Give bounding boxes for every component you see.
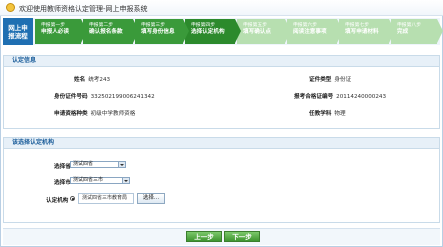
steps-bar: 网上申 报流程 申报第一步 申报人必读 申报第二步 确认报名条款 申报第三步 填…: [3, 18, 443, 45]
subject-value: 物理: [334, 111, 346, 117]
step-7-bottom: 填写申请材料: [345, 29, 379, 35]
step-3-top: 申报第三步: [141, 23, 165, 28]
auth-info-title: 认定信息: [4, 56, 439, 67]
id-number-value: 332502199006241342: [90, 94, 155, 100]
choose-org-button[interactable]: 选择...: [137, 193, 165, 204]
exam-number-label: 报考合格证编号: [294, 94, 334, 100]
city-label-row: 选择市: [54, 178, 71, 186]
name-value: 统考243: [88, 77, 111, 83]
system-logo-icon: [6, 3, 15, 12]
step-6: 申报第六步 阅读注意事项: [287, 19, 343, 44]
subject-row: 任教学科 物理: [309, 109, 346, 117]
step-2-top: 申报第二步: [89, 23, 113, 28]
cert-type-value: 初级中学教师资格: [90, 111, 136, 117]
id-type-row: 证件类型 身份证: [309, 75, 351, 83]
page-title: 欢迎使用教师资格认定管理-网上申报系统: [19, 5, 148, 13]
name-row: 姓名 统考243: [74, 75, 110, 83]
province-dropdown-icon[interactable]: [118, 162, 125, 167]
province-label: 选择省: [54, 164, 71, 170]
step-3: 申报第三步 填写身份信息: [135, 19, 189, 44]
step-2-bottom: 确认报名条款: [89, 29, 123, 35]
step-6-top: 申报第六步: [293, 23, 317, 28]
subject-label: 任教学科: [309, 111, 332, 117]
next-step-button[interactable]: 下一步: [224, 231, 260, 242]
bottom-bar: 上一步 下一步: [3, 228, 440, 245]
name-label: 姓名: [74, 77, 86, 83]
process-label: 网上申 报流程: [3, 18, 33, 45]
step-1-top: 申报第一步: [41, 23, 65, 28]
province-select[interactable]: 测试四省: [70, 161, 126, 168]
step-3-bottom: 填写身份信息: [141, 29, 175, 35]
process-label-line2: 报流程: [8, 31, 28, 40]
province-label-row: 选择省: [54, 162, 71, 170]
title-bar: 欢迎使用教师资格认定管理-网上申报系统: [0, 0, 443, 16]
cert-type-label: 申请资格种类: [54, 111, 88, 117]
id-number-label: 身份证件号码: [54, 94, 88, 100]
select-org-section: 该选择认定机构 选择省 测试四省 选择市 测试四省三市 认定机构 测试四省三市教…: [3, 137, 440, 223]
step-6-bottom: 阅读注意事项: [293, 29, 327, 35]
org-radio[interactable]: [70, 196, 75, 201]
step-7: 申报第七步 填写申请材料: [339, 19, 395, 44]
step-4-bottom: 选择认定机构: [191, 29, 225, 35]
id-type-label: 证件类型: [309, 77, 332, 83]
exam-number-value: 20114240000243: [336, 94, 386, 100]
prev-step-button[interactable]: 上一步: [186, 231, 222, 242]
org-value: 测试四省三市教育局: [82, 195, 128, 201]
step-8-top: 申报第八步: [397, 23, 421, 28]
org-label-row: 认定机构: [46, 196, 68, 204]
select-org-title: 该选择认定机构: [4, 138, 439, 149]
step-8-bottom: 完成: [397, 29, 409, 35]
city-select[interactable]: 测试四省三市: [70, 177, 130, 184]
city-label: 选择市: [54, 180, 71, 186]
city-select-value: 测试四省三市: [73, 177, 104, 183]
step-5-bottom: 填写确认点: [243, 29, 271, 35]
step-1: 申报第一步 申报人必读: [35, 19, 87, 44]
step-7-top: 申报第七步: [345, 23, 369, 28]
org-label: 认定机构: [46, 198, 69, 204]
step-1-bottom: 申报人必读: [41, 29, 69, 35]
step-2: 申报第二步 确认报名条款: [83, 19, 139, 44]
id-type-value: 身份证: [334, 77, 352, 83]
id-number-row: 身份证件号码 332502199006241342: [54, 92, 155, 100]
step-4-top: 申报第四步: [191, 23, 215, 28]
step-8: 申报第八步 完成: [391, 19, 443, 44]
province-select-value: 测试四省: [73, 161, 94, 167]
city-dropdown-icon[interactable]: [122, 178, 129, 183]
auth-info-section: 认定信息 姓名 统考243 证件类型 身份证 身份证件号码 3325021990062…: [3, 55, 440, 129]
org-value-field: 测试四省三市教育局: [78, 193, 134, 204]
process-label-line1: 网上申: [8, 23, 28, 32]
step-5-top: 申报第五步: [243, 23, 267, 28]
step-4: 申报第四步 选择认定机构: [185, 19, 241, 44]
step-5: 申报第五步 填写确认点: [237, 19, 291, 44]
cert-type-row: 申请资格种类 初级中学教师资格: [54, 109, 135, 117]
exam-number-row: 报考合格证编号 20114240000243: [294, 92, 386, 100]
